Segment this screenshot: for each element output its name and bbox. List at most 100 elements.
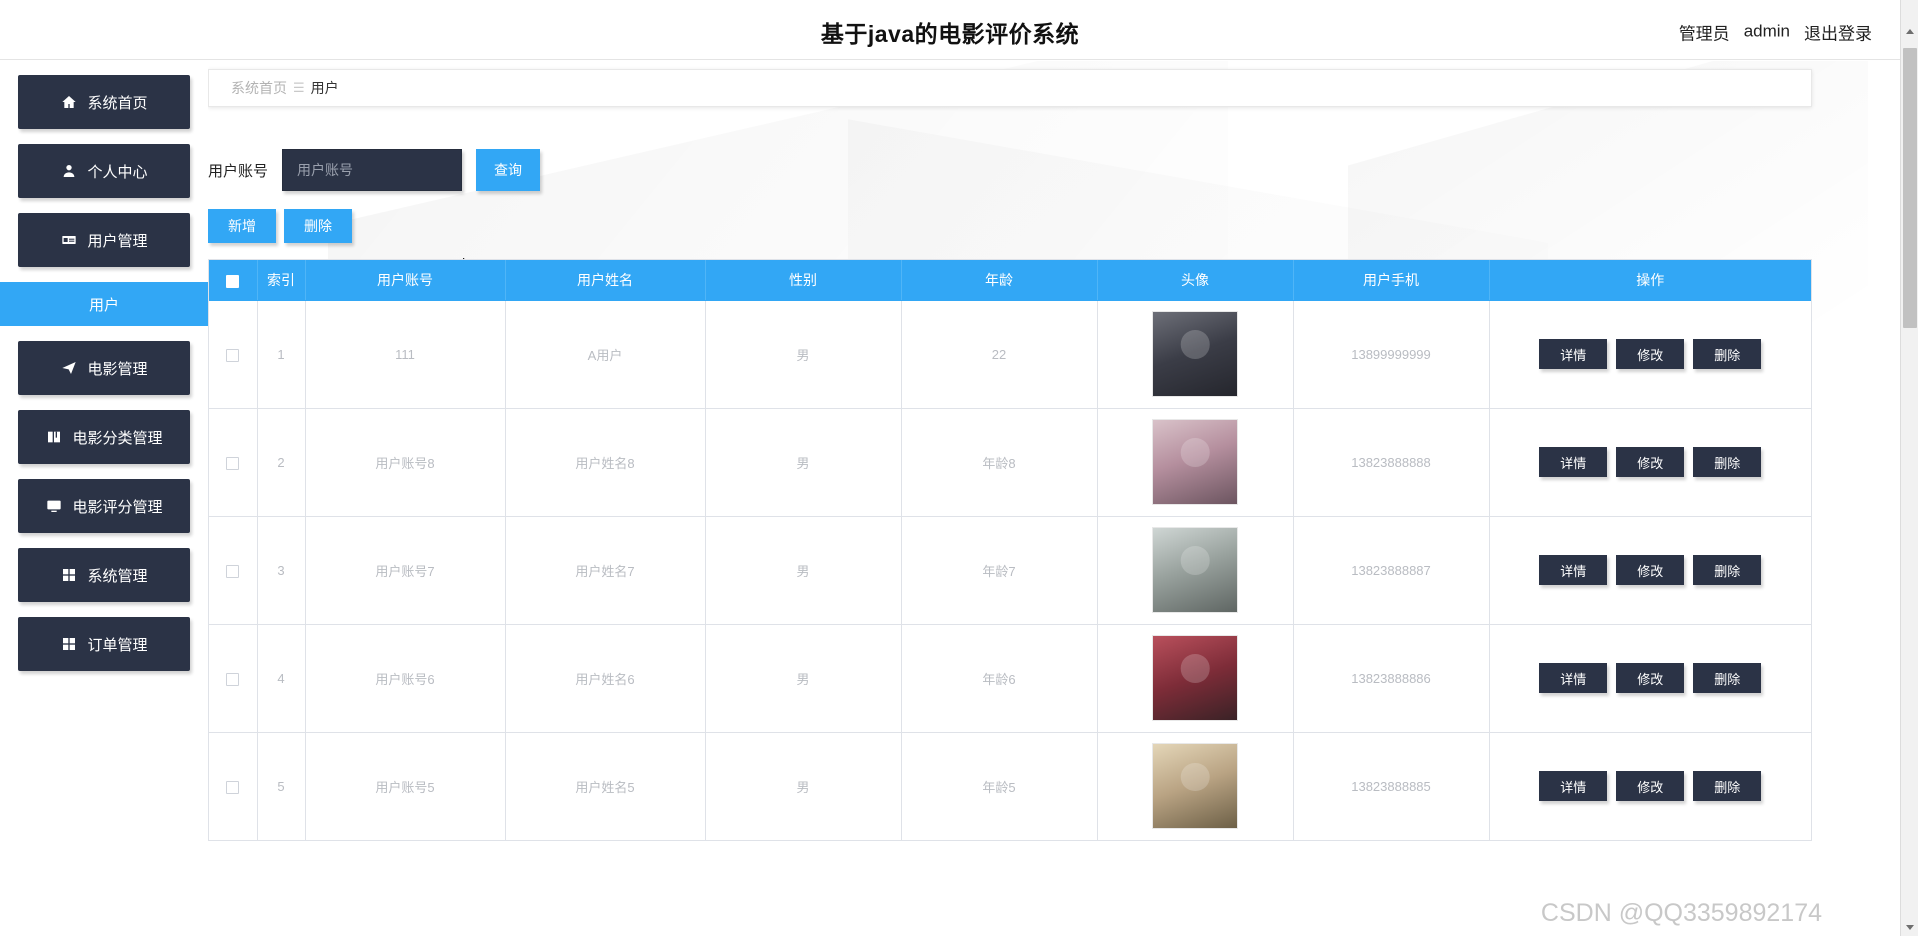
cell-gender: 男 [705,732,902,840]
query-button[interactable]: 查询 [476,149,541,191]
header-username: admin [1743,21,1790,41]
grid-icon [60,635,78,653]
table-row[interactable]: 4 用户账号6 用户姓名6 男 年龄6 13823888886 详情 修改 删除 [209,624,1811,733]
sidebar-item-user-management[interactable]: 用户管理 [18,213,190,267]
sidebar-item-label: 电影分类管理 [72,429,163,447]
cell-age: 年龄6 [901,624,1098,733]
edit-button[interactable]: 修改 [1616,771,1685,802]
sidebar-item-label: 个人中心 [87,163,148,181]
sidebar-item-home[interactable]: 系统首页 [18,75,190,129]
row-checkbox[interactable] [226,672,240,686]
cell-index: 3 [257,516,306,625]
vertical-scrollbar[interactable] [1900,0,1918,936]
row-checkbox[interactable] [226,348,240,362]
row-delete-button[interactable]: 删除 [1693,447,1762,477]
row-checkbox[interactable] [226,780,240,794]
cell-account: 用户账号7 [305,516,506,625]
table-row[interactable]: 3 用户账号7 用户姓名7 男 年龄7 13823888887 详情 修改 删除 [209,516,1811,625]
table-row[interactable]: 1 111 A用户 男 22 13899999999 详情 修改 删除 [209,300,1811,409]
cell-phone: 13823888885 [1293,732,1490,840]
home-icon [60,93,78,111]
sidebar-item-label: 系统管理 [87,567,148,585]
scrollbar-thumb[interactable] [1903,48,1917,328]
delete-button[interactable]: 删除 [284,209,352,243]
col-name: 用户姓名 [505,260,706,301]
col-operations: 操作 [1489,260,1811,301]
col-gender: 性别 [705,260,902,301]
sidebar-item-movie-category-management[interactable]: 电影分类管理 [18,410,190,464]
sidebar-item-profile[interactable]: 个人中心 [18,144,190,198]
search-input[interactable] [282,149,463,191]
cell-operations: 详情 修改 删除 [1489,516,1811,625]
scroll-down-arrow-icon[interactable] [1901,918,1918,936]
sidebar-item-users-active[interactable]: 用户 [0,282,208,326]
top-header-bar: 基于java的电影评价系统 管理员 admin 退出登录 [0,4,1900,60]
detail-button[interactable]: 详情 [1539,771,1608,802]
cell-phone: 13823888887 [1293,516,1490,625]
detail-button[interactable]: 详情 [1539,447,1608,477]
detail-button[interactable]: 详情 [1539,339,1608,369]
page-title: 基于java的电影评价系统 [820,20,1080,47]
table-row[interactable]: 2 用户账号8 用户姓名8 男 年龄8 13823888888 详情 修改 删除 [209,408,1811,517]
cell-age: 年龄7 [901,516,1098,625]
row-checkbox[interactable] [226,456,240,470]
breadcrumb-root[interactable]: 系统首页 [231,78,287,98]
edit-button[interactable]: 修改 [1616,663,1685,693]
search-label: 用户账号 [208,162,269,180]
cell-age: 22 [901,300,1098,409]
sidebar-item-label: 用户管理 [87,232,148,250]
row-select-cell[interactable] [209,516,258,625]
breadcrumb-current: 用户 [310,80,339,96]
logout-link[interactable]: 退出登录 [1804,19,1872,44]
sidebar-item-movie-rating-management[interactable]: 电影评分管理 [18,479,190,533]
table-row[interactable]: 5 用户账号5 用户姓名5 男 年龄5 13823888885 详情 修改 删除 [209,732,1811,840]
cell-avatar [1097,732,1294,840]
row-delete-button[interactable]: 删除 [1693,555,1762,585]
main-content: 系统首页 ☰ 用户 用户账号 查询 新增 删除 [208,61,1900,936]
add-button[interactable]: 新增 [208,209,276,243]
cell-gender: 男 [705,300,902,409]
cell-account: 用户账号5 [305,732,506,840]
cell-name: 用户姓名6 [505,624,706,733]
cell-index: 1 [257,300,306,409]
sidebar-item-movie-management[interactable]: 电影管理 [18,341,190,395]
cell-age: 年龄8 [901,408,1098,517]
detail-button[interactable]: 详情 [1539,555,1608,585]
sidebar-item-order-management[interactable]: 订单管理 [18,617,190,671]
edit-button[interactable]: 修改 [1616,447,1685,477]
row-delete-button[interactable]: 删除 [1693,663,1762,693]
cell-phone: 13899999999 [1293,300,1490,409]
cell-gender: 男 [705,516,902,625]
avatar [1152,311,1238,397]
cell-phone: 13823888888 [1293,408,1490,517]
col-avatar: 头像 [1097,260,1294,301]
cell-gender: 男 [705,624,902,733]
row-checkbox[interactable] [226,564,240,578]
cell-operations: 详情 修改 删除 [1489,408,1811,517]
sidebar-item-label: 电影评分管理 [72,498,163,516]
cell-operations: 详情 修改 删除 [1489,300,1811,409]
row-select-cell[interactable] [209,300,258,409]
table-header-row: 索引 用户账号 用户姓名 性别 年龄 头像 用户手机 操作 [209,260,1811,301]
col-phone: 用户手机 [1293,260,1490,301]
row-delete-button[interactable]: 删除 [1693,339,1762,369]
sidebar-item-label: 电影管理 [87,360,148,378]
grid-icon [60,566,78,584]
row-select-cell[interactable] [209,624,258,733]
cell-name: 用户姓名8 [505,408,706,517]
select-all-checkbox[interactable] [226,274,240,288]
sidebar-subitem-label: 用户 [88,296,119,314]
row-select-cell[interactable] [209,732,258,840]
edit-button[interactable]: 修改 [1616,555,1685,585]
detail-button[interactable]: 详情 [1539,663,1608,693]
select-all-header[interactable] [209,260,258,301]
row-delete-button[interactable]: 删除 [1693,771,1762,802]
sidebar-item-label: 系统首页 [87,94,148,112]
edit-button[interactable]: 修改 [1616,339,1685,369]
scroll-up-arrow-icon[interactable] [1901,22,1918,40]
monitor-icon [45,497,63,515]
row-select-cell[interactable] [209,408,258,517]
breadcrumb-separator-icon: ☰ [293,80,305,95]
users-table: 索引 用户账号 用户姓名 性别 年龄 头像 用户手机 操作 1 111 A用户 … [208,259,1812,841]
sidebar-item-system-management[interactable]: 系统管理 [18,548,190,602]
